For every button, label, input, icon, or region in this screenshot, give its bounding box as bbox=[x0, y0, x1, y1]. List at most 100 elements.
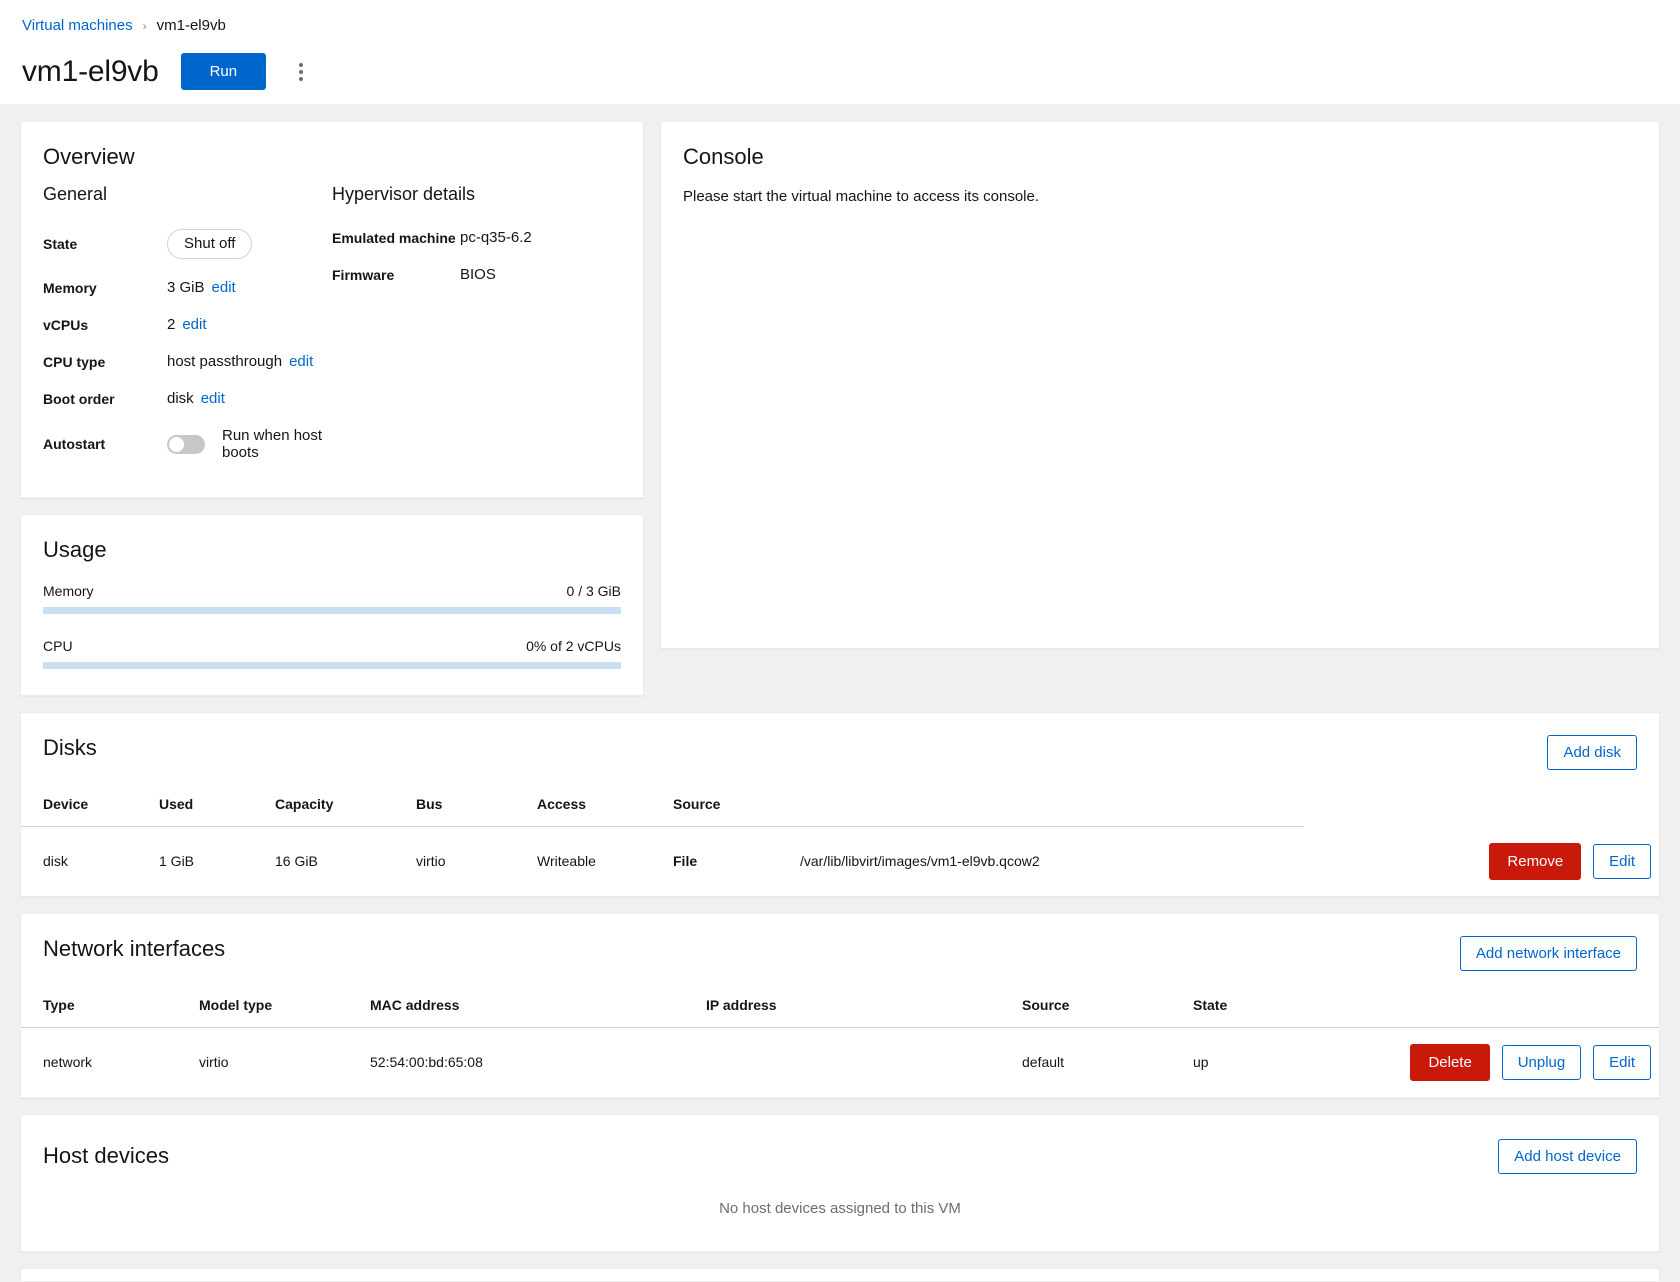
disks-col-access: Access bbox=[529, 788, 665, 827]
vcpus-edit-link[interactable]: edit bbox=[182, 316, 206, 333]
disks-col-capacity: Capacity bbox=[267, 788, 408, 827]
disk-device: disk bbox=[43, 853, 68, 870]
general-heading: General bbox=[43, 184, 108, 204]
autostart-label: Autostart bbox=[43, 436, 106, 452]
disk-capacity: 16 GiB bbox=[275, 853, 318, 870]
disks-col-actions bbox=[792, 788, 1304, 827]
net-source: default bbox=[1022, 1054, 1065, 1070]
net-edit-button[interactable]: Edit bbox=[1593, 1044, 1651, 1080]
usage-title: Usage bbox=[43, 537, 107, 562]
usage-cpu-value: 0% of 2 vCPUs bbox=[526, 638, 621, 654]
usage-memory-head: Memory 0 / 3 GiB bbox=[43, 583, 621, 599]
disks-table-head: Device Used Capacity Bus Access Source bbox=[21, 788, 1659, 827]
top-row: Overview General State Shut off Memory 3… bbox=[20, 121, 1660, 696]
title-row: vm1-el9vb Run bbox=[22, 53, 1658, 90]
net-col-ip-address: IP address bbox=[698, 988, 1014, 1028]
memory-edit-link[interactable]: edit bbox=[212, 279, 236, 296]
disks-card: Disks Add disk Device Used Capacity Bus … bbox=[20, 712, 1660, 897]
usage-memory-label: Memory bbox=[43, 583, 94, 599]
overview-title: Overview bbox=[43, 144, 135, 169]
disk-remove-button[interactable]: Remove bbox=[1489, 842, 1582, 880]
network-interfaces-title: Network interfaces bbox=[43, 935, 226, 961]
overview-body: General State Shut off Memory 3 GiB edit bbox=[21, 170, 643, 497]
net-col-source: Source bbox=[1014, 988, 1185, 1028]
host-devices-header: Host devices Add host device bbox=[21, 1115, 1659, 1174]
disks-col-used: Used bbox=[151, 788, 267, 827]
disk-source-type: File bbox=[673, 853, 698, 870]
net-col-actions bbox=[1262, 988, 1659, 1028]
usage-memory-progress bbox=[43, 607, 621, 614]
page-header: Virtual machines › vm1-el9vb vm1-el9vb R… bbox=[0, 0, 1680, 104]
hypervisor-column: Hypervisor details Emulated machine pc-q… bbox=[332, 184, 621, 471]
autostart-toggle[interactable] bbox=[167, 434, 205, 454]
usage-cpu-head: CPU 0% of 2 vCPUs bbox=[43, 638, 621, 654]
add-network-interface-button[interactable]: Add network interface bbox=[1459, 935, 1637, 971]
net-state: up bbox=[1193, 1054, 1209, 1070]
hypervisor-heading: Hypervisor details bbox=[332, 184, 476, 204]
host-devices-title: Host devices bbox=[43, 1143, 169, 1168]
net-col-mac-address: MAC address bbox=[362, 988, 698, 1028]
disk-row-actions: Remove Edit bbox=[1304, 827, 1659, 896]
network-interfaces-header: Network interfaces Add network interface bbox=[21, 914, 1659, 971]
kebab-menu-icon[interactable] bbox=[288, 57, 314, 87]
firmware-label: Firmware bbox=[332, 266, 395, 283]
table-row: network virtio 52:54:00:bd:65:08 default… bbox=[21, 1027, 1659, 1097]
console-message: Please start the virtual machine to acce… bbox=[683, 188, 1040, 205]
net-model-type: virtio bbox=[199, 1054, 229, 1070]
disks-table-body: disk 1 GiB 16 GiB virtio Writeable File … bbox=[21, 827, 1659, 896]
cpu-type-value-row: host passthrough edit bbox=[167, 343, 332, 380]
usage-cpu-row: CPU 0% of 2 vCPUs bbox=[43, 638, 621, 669]
main-content: Overview General State Shut off Memory 3… bbox=[0, 121, 1680, 1282]
autostart-toggle-label: Run when host boots bbox=[222, 427, 323, 461]
network-header-row: Type Model type MAC address IP address S… bbox=[21, 988, 1659, 1028]
vcpus-value-row: 2 edit bbox=[167, 306, 332, 343]
firmware-value: BIOS bbox=[460, 266, 496, 283]
boot-order-label: Boot order bbox=[43, 390, 115, 407]
network-interfaces-card: Network interfaces Add network interface… bbox=[20, 912, 1660, 1098]
kebab-dot bbox=[299, 76, 304, 81]
state-label: State bbox=[43, 236, 78, 252]
kebab-dot bbox=[299, 62, 304, 67]
right-column: Console Please start the virtual machine… bbox=[660, 121, 1660, 649]
disks-header: Disks Add disk bbox=[21, 713, 1659, 770]
boot-order-value: disk bbox=[167, 390, 194, 407]
hypervisor-list: Emulated machine pc-q35-6.2 Firmware BIO… bbox=[332, 219, 621, 293]
breadcrumb: Virtual machines › vm1-el9vb bbox=[22, 18, 1658, 33]
usage-body: Memory 0 / 3 GiB CPU 0% of 2 vCPUs bbox=[21, 563, 643, 695]
memory-label: Memory bbox=[43, 279, 97, 296]
usage-cpu-label: CPU bbox=[43, 638, 73, 654]
add-disk-button[interactable]: Add disk bbox=[1547, 735, 1637, 770]
page-title: vm1-el9vb bbox=[22, 54, 159, 88]
disks-col-bus: Bus bbox=[408, 788, 529, 827]
boot-order-edit-link[interactable]: edit bbox=[201, 390, 225, 407]
run-button[interactable]: Run bbox=[180, 53, 267, 90]
vcpus-label: vCPUs bbox=[43, 316, 89, 333]
net-delete-button[interactable]: Delete bbox=[1410, 1043, 1490, 1081]
disk-edit-button[interactable]: Edit bbox=[1593, 843, 1651, 879]
disks-col-source: Source bbox=[665, 788, 792, 827]
net-col-model-type: Model type bbox=[191, 988, 362, 1028]
net-unplug-button[interactable]: Unplug bbox=[1501, 1044, 1582, 1080]
net-col-state: State bbox=[1185, 988, 1263, 1028]
network-table-body: network virtio 52:54:00:bd:65:08 default… bbox=[21, 1027, 1659, 1097]
disks-col-device: Device bbox=[21, 788, 151, 827]
emulated-machine-label: Emulated machine bbox=[332, 229, 456, 246]
host-devices-card: Host devices Add host device No host dev… bbox=[20, 1113, 1660, 1252]
vcpus-value: 2 bbox=[167, 316, 176, 333]
cpu-type-value: host passthrough bbox=[167, 353, 283, 370]
disk-bus: virtio bbox=[416, 853, 446, 870]
usage-memory-row: Memory 0 / 3 GiB bbox=[43, 583, 621, 614]
host-devices-empty-state: No host devices assigned to this VM bbox=[719, 1199, 961, 1217]
emulated-machine-value: pc-q35-6.2 bbox=[460, 229, 532, 246]
add-host-device-button[interactable]: Add host device bbox=[1498, 1138, 1637, 1174]
net-ip-address bbox=[698, 1027, 1014, 1097]
left-column: Overview General State Shut off Memory 3… bbox=[20, 121, 644, 696]
usage-card: Usage Memory 0 / 3 GiB CPU 0% of 2 vCPUs bbox=[20, 514, 644, 696]
breadcrumb-link-virtual-machines[interactable]: Virtual machines bbox=[22, 18, 133, 33]
net-type: network bbox=[43, 1054, 93, 1070]
memory-value: 3 GiB bbox=[167, 279, 205, 296]
disk-source-path: /var/lib/libvirt/images/vm1-el9vb.qcow2 bbox=[800, 853, 1040, 870]
cpu-type-edit-link[interactable]: edit bbox=[289, 353, 313, 370]
table-row: disk 1 GiB 16 GiB virtio Writeable File … bbox=[21, 827, 1659, 896]
breadcrumb-current: vm1-el9vb bbox=[156, 17, 226, 34]
